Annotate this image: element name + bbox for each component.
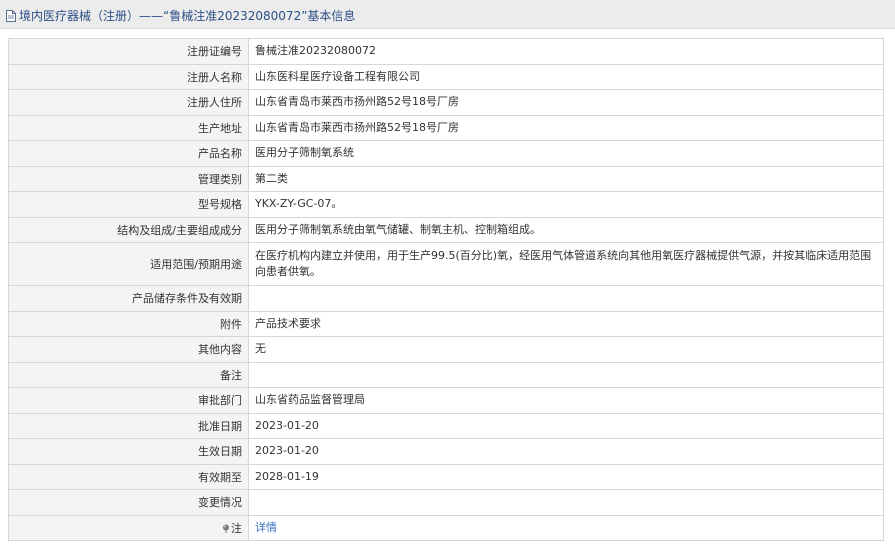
row-value: 产品技术要求 <box>248 310 884 337</box>
table-row: 附件 产品技术要求 <box>8 310 884 337</box>
page-title-container: 境内医疗器械（注册）——“鲁械注准20232080072”基本信息 <box>6 7 355 24</box>
row-value: 医用分子筛制氧系统 <box>248 140 884 167</box>
table-row: 审批部门 山东省药品监督管理局 <box>8 387 884 414</box>
table-row: 适用范围/预期用途 在医疗机构内建立并使用，用于生产99.5(百分比)氧，经医用… <box>8 242 884 286</box>
note-label-cell: 注 <box>8 514 249 541</box>
row-value <box>248 489 884 516</box>
row-label: 有效期至 <box>8 463 249 490</box>
table-row: 注册人住所 山东省青岛市莱西市扬州路52号18号厂房 <box>8 89 884 116</box>
table-row: 批准日期 2023-01-20 <box>8 412 884 439</box>
table-row: 变更情况 <box>8 489 884 516</box>
table-row: 生产地址 山东省青岛市莱西市扬州路52号18号厂房 <box>8 114 884 141</box>
table-row: 生效日期 2023-01-20 <box>8 438 884 465</box>
table-row: 注册证编号 鲁械注准20232080072 <box>8 38 884 65</box>
row-label: 管理类别 <box>8 165 249 192</box>
row-label: 生产地址 <box>8 114 249 141</box>
row-label: 适用范围/预期用途 <box>8 242 249 286</box>
page-title: 境内医疗器械（注册）——“鲁械注准20232080072”基本信息 <box>19 9 356 23</box>
row-label: 注册人名称 <box>8 63 249 90</box>
page-header: 境内医疗器械（注册）——“鲁械注准20232080072”基本信息 <box>0 0 895 29</box>
row-value: 山东省青岛市莱西市扬州路52号18号厂房 <box>248 114 884 141</box>
row-label: 变更情况 <box>8 489 249 516</box>
table-row: 注册人名称 山东医科星医疗设备工程有限公司 <box>8 63 884 90</box>
row-value: 山东医科星医疗设备工程有限公司 <box>248 63 884 90</box>
row-value: 2023-01-20 <box>248 438 884 465</box>
table-row: 结构及组成/主要组成成分 医用分子筛制氧系统由氧气储罐、制氧主机、控制箱组成。 <box>8 216 884 243</box>
row-label: 批准日期 <box>8 412 249 439</box>
note-row: 注 详情 <box>8 514 884 541</box>
row-value <box>248 285 884 312</box>
row-value: 山东省药品监督管理局 <box>248 387 884 414</box>
row-value: 山东省青岛市莱西市扬州路52号18号厂房 <box>248 89 884 116</box>
row-label: 附件 <box>8 310 249 337</box>
table-row: 备注 <box>8 361 884 388</box>
row-label: 审批部门 <box>8 387 249 414</box>
row-label: 产品名称 <box>8 140 249 167</box>
note-value-cell: 详情 <box>248 514 884 541</box>
document-icon <box>6 9 16 22</box>
row-label: 生效日期 <box>8 438 249 465</box>
row-label: 备注 <box>8 361 249 388</box>
pin-icon <box>223 524 229 533</box>
row-label: 其他内容 <box>8 336 249 363</box>
row-value: 无 <box>248 336 884 363</box>
table-row: 管理类别 第二类 <box>8 165 884 192</box>
row-label: 产品储存条件及有效期 <box>8 285 249 312</box>
table-row: 产品名称 医用分子筛制氧系统 <box>8 140 884 167</box>
table-row: 型号规格 YKX-ZY-GC-07。 <box>8 191 884 218</box>
table-row: 产品储存条件及有效期 <box>8 285 884 312</box>
row-value: YKX-ZY-GC-07。 <box>248 191 884 218</box>
note-label: 注 <box>231 521 242 535</box>
row-value: 医用分子筛制氧系统由氧气储罐、制氧主机、控制箱组成。 <box>248 216 884 243</box>
details-link[interactable]: 详情 <box>255 521 277 534</box>
row-value: 第二类 <box>248 165 884 192</box>
row-label: 结构及组成/主要组成成分 <box>8 216 249 243</box>
row-label: 注册人住所 <box>8 89 249 116</box>
row-label: 型号规格 <box>8 191 249 218</box>
table-row: 其他内容 无 <box>8 336 884 363</box>
row-value: 2023-01-20 <box>248 412 884 439</box>
row-value: 鲁械注准20232080072 <box>248 38 884 65</box>
row-value: 2028-01-19 <box>248 463 884 490</box>
row-value: 在医疗机构内建立并使用，用于生产99.5(百分比)氧，经医用气体管道系统向其他用… <box>248 242 884 286</box>
row-value <box>248 361 884 388</box>
table-row: 有效期至 2028-01-19 <box>8 463 884 490</box>
row-label: 注册证编号 <box>8 38 249 65</box>
device-info-table: 注册证编号 鲁械注准20232080072 注册人名称 山东医科星医疗设备工程有… <box>8 38 884 541</box>
